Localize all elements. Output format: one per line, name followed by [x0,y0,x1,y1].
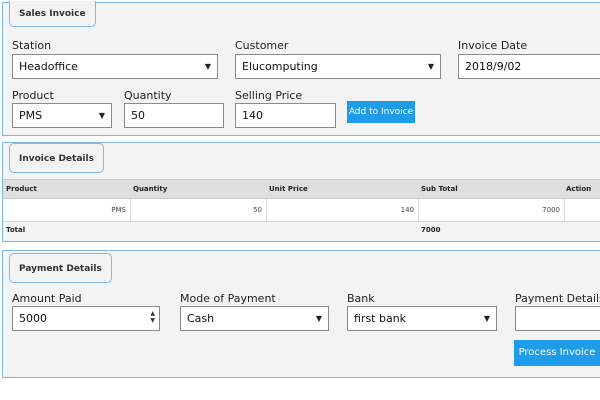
bank-label: Bank [347,292,375,305]
invoice-details-legend: Invoice Details [9,143,104,173]
invoice-date-value: 2018/9/02 [465,60,522,73]
column-header-unit-price: Unit Price [269,185,308,193]
amount-paid-label: Amount Paid [12,292,82,305]
process-invoice-button[interactable]: Process Invoice [514,340,600,366]
column-header-sub-total: Sub Total [421,185,458,193]
station-select[interactable]: Headoffice ▼ [12,54,218,79]
cell-quantity: 50 [131,199,267,221]
selling-price-input[interactable]: 140 [235,103,336,128]
total-value: 7000 [421,226,441,234]
invoice-date-label: Invoice Date [458,39,528,52]
station-value: Headoffice [19,60,78,73]
column-header-product: Product [6,185,37,193]
customer-value: Elucomputing [242,60,318,73]
sales-invoice-legend: Sales Invoice [9,1,96,27]
chevron-down-icon: ▼ [315,314,322,323]
selling-price-label: Selling Price [235,89,303,102]
customer-select[interactable]: Elucomputing ▼ [235,54,441,79]
quantity-label: Quantity [124,89,172,102]
chevron-down-icon: ▼ [98,111,105,120]
mode-of-payment-select[interactable]: Cash ▼ [180,306,329,331]
invoice-date-field[interactable]: 2018/9/02 [458,54,600,79]
chevron-down-icon: ▼ [483,314,490,323]
table-header: Product Quantity Unit Price Sub Total Ac… [3,179,600,199]
mode-of-payment-label: Mode of Payment [180,292,276,305]
table-row: PMS 50 140 7000 [3,199,600,221]
cell-sub-total: 7000 [419,199,565,221]
quantity-value: 50 [131,109,145,122]
station-label: Station [12,39,52,52]
payment-details-panel: Payment Details Amount Paid 5000 ▲ ▼ Mode… [2,250,600,378]
column-header-action: Action [566,185,592,193]
chevron-down-icon: ▼ [427,62,434,71]
quantity-input[interactable]: 50 [124,103,224,128]
bank-value: first bank [354,312,407,325]
product-value: PMS [19,109,43,122]
payment-details-input[interactable] [515,306,600,331]
amount-paid-value: 5000 [19,312,47,325]
product-select[interactable]: PMS ▼ [12,103,112,128]
cell-product: PMS [3,199,131,221]
payment-details-legend: Payment Details [9,253,112,283]
payment-details-label: Payment Details [515,292,600,305]
amount-paid-input[interactable]: 5000 ▲ ▼ [12,306,160,331]
sales-invoice-panel: Sales Invoice Station Headoffice ▼ Custo… [2,1,600,136]
table-footer: Total 7000 [3,221,600,238]
customer-label: Customer [235,39,289,52]
selling-price-value: 140 [242,109,263,122]
add-to-invoice-button[interactable]: Add to Invoice [347,101,415,123]
mode-of-payment-value: Cash [187,312,215,325]
product-label: Product [12,89,54,102]
spinner-icon[interactable]: ▲ ▼ [150,310,155,324]
bank-select[interactable]: first bank ▼ [347,306,497,331]
invoice-details-panel: Invoice Details Product Quantity Unit Pr… [2,142,600,242]
cell-unit-price: 140 [267,199,419,221]
column-header-quantity: Quantity [133,185,168,193]
total-label: Total [6,226,26,234]
chevron-down-icon: ▼ [204,62,211,71]
